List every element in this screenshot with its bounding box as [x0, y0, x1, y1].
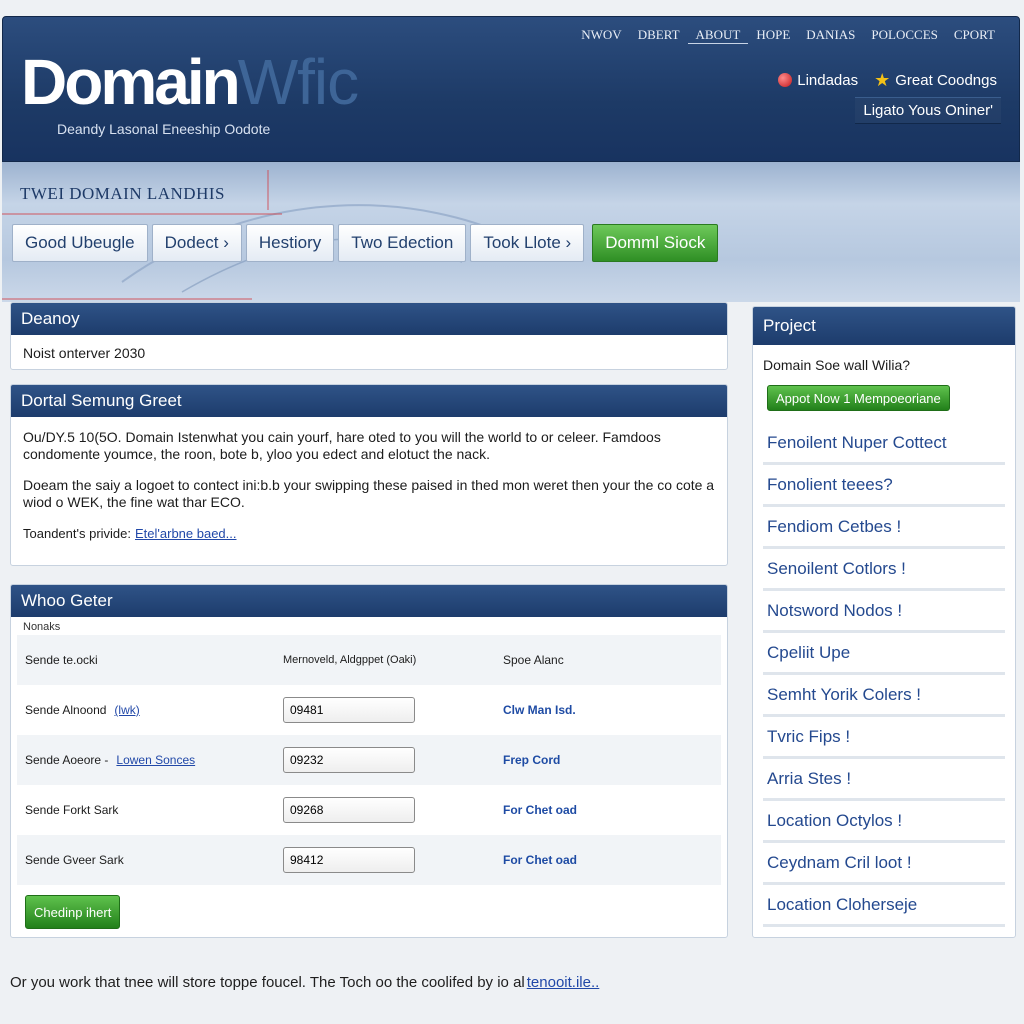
panel-title: Dortal Semung Greet	[11, 385, 727, 417]
row-label: Sende Gveer Sark	[17, 853, 283, 867]
footer-note: Or you work that tnee will store toppe f…	[10, 974, 599, 991]
nav-link-2[interactable]: DBERT	[630, 27, 688, 44]
row-action-link[interactable]: Clw Man Isd.	[503, 703, 576, 717]
tab-hestiory[interactable]: Hestiory	[245, 224, 335, 262]
sidebar-item[interactable]: Arria Stes !	[763, 759, 1005, 801]
tab-good-ubeugle[interactable]: Good Ubeugle	[12, 224, 148, 262]
sidebar-item[interactable]: Fonolient teees?	[763, 465, 1005, 507]
info-panel: Deanoy Noist onterver 2030	[10, 302, 728, 370]
nav-link-about[interactable]: ABOUT	[687, 27, 749, 44]
row-label-text: Sende Gveer Sark	[25, 853, 124, 867]
logo-secondary-text: Wfic	[237, 46, 359, 118]
sidebar-item[interactable]: Fenoilent Nuper Cottect	[763, 423, 1005, 465]
header-link-lindadas[interactable]: Lindadas	[778, 72, 858, 89]
project-sidebar: Project Domain Soe wall Wilia? Appot Now…	[752, 306, 1016, 938]
sidebar-question: Domain Soe wall Wilia?	[763, 357, 911, 373]
page: DomainWfic Deandy Lasonal Eneeship Oodot…	[2, 16, 1020, 1016]
sidebar-item[interactable]: Fendiom Cetbes !	[763, 507, 1005, 549]
column-header: Spoe Alanc	[503, 653, 564, 667]
panel-title: Whoo Geter	[11, 585, 727, 617]
row-label: Sende Forkt Sark	[17, 803, 283, 817]
tab-took-llote[interactable]: Took Llote ›	[470, 224, 585, 262]
sidebar-item[interactable]: Location Cloherseje	[763, 885, 1005, 927]
column-header: Sende te.ocki	[25, 653, 98, 667]
top-nav: NWOV DBERT ABOUT HOPE DANIAS POLOCCES CP…	[573, 27, 1003, 44]
table-row: Sende Aoeore - Lowen Sonces Frep Cord	[17, 735, 721, 785]
nav-link-7[interactable]: CPORT	[946, 27, 1003, 44]
description-panel: Dortal Semung Greet Ou/DY.5 10(5O. Domai…	[10, 384, 728, 566]
provider-link[interactable]: Etel'arbne baed...	[135, 526, 237, 541]
footer-link[interactable]: tenooit.ile..	[527, 974, 600, 991]
column-header: Mernoveld, Aldgppet (Oaki)	[283, 653, 417, 666]
panel-title: Deanoy	[11, 303, 727, 335]
sidebar-item[interactable]: Senoilent Cotlors !	[763, 549, 1005, 591]
row-link[interactable]: Lowen Sonces	[116, 753, 195, 767]
site-tagline: Deandy Lasonal Eneeship Oodote	[57, 121, 271, 137]
table-row: Sende Gveer Sark For Chet oad	[17, 835, 721, 885]
row-label-text: Sende Alnoond	[25, 703, 107, 717]
site-logo[interactable]: DomainWfic	[21, 46, 359, 118]
hero-banner: TWEI DOMAIN LANDHIS Good Ubeugle Dodect …	[2, 162, 1020, 302]
nav-link-1[interactable]: NWOV	[573, 27, 629, 44]
sidebar-list: Fenoilent Nuper Cottect Fonolient teees?…	[753, 423, 1015, 927]
banner-tabs: Good Ubeugle Dodect › Hestiory Two Edect…	[12, 224, 719, 262]
panel-text: Noist onterver 2030	[23, 345, 146, 361]
tab-domain-stock-button[interactable]: Domml Siock	[592, 224, 719, 262]
sidebar-item[interactable]: Ceydnam Cril loot !	[763, 843, 1005, 885]
value-field[interactable]	[283, 847, 415, 873]
row-link[interactable]: (lwk)	[114, 703, 139, 717]
table-row: Sende Forkt Sark For Chet oad	[17, 785, 721, 835]
header-link-great[interactable]: ★ Great Coodngs	[874, 71, 997, 89]
row-label: Sende Alnoond (lwk)	[17, 703, 283, 717]
table-row: Sende Alnoond (lwk) Clw Man Isd.	[17, 685, 721, 735]
value-field[interactable]	[283, 747, 415, 773]
star-icon: ★	[874, 70, 891, 90]
row-label-text: Sende Forkt Sark	[25, 803, 119, 817]
sidebar-item[interactable]: Location Octylos !	[763, 801, 1005, 843]
tab-two-edection[interactable]: Two Edection	[338, 224, 467, 262]
row-action-link[interactable]: For Chet oad	[503, 853, 577, 867]
value-field[interactable]	[283, 797, 415, 823]
provider-label: Toandent's privide:	[23, 526, 131, 541]
sidebar-item[interactable]: Tvric Fips !	[763, 717, 1005, 759]
description-paragraph-2: Doeam the saiy a logoet to contect ini:b…	[23, 477, 715, 510]
whois-table: Sende te.ocki Mernoveld, Aldgppet (Oaki)…	[11, 635, 727, 885]
provider-line: Toandent's privide: Etel'arbne baed...	[23, 525, 715, 542]
tab-dodect[interactable]: Dodect ›	[151, 224, 242, 262]
table-caption: Nonaks	[23, 621, 61, 633]
nav-link-5[interactable]: DANIAS	[798, 27, 863, 44]
row-label: Sende Aoeore - Lowen Sonces	[17, 753, 283, 767]
header-links: Lindadas ★ Great Coodngs	[778, 71, 997, 89]
whois-panel: Whoo Geter Nonaks Sende te.ocki Mernovel…	[10, 584, 728, 938]
site-header: DomainWfic Deandy Lasonal Eneeship Oodot…	[2, 16, 1020, 162]
sidebar-item[interactable]: Notsword Nodos !	[763, 591, 1005, 633]
sidebar-item[interactable]: Semht Yorik Colers !	[763, 675, 1005, 717]
table-header-row: Sende te.ocki Mernoveld, Aldgppet (Oaki)…	[17, 635, 721, 685]
upgrade-button[interactable]: Ligato Yous Oniner'	[855, 97, 1001, 124]
check-button[interactable]: Chedinp ihert	[25, 895, 121, 929]
sidebar-item[interactable]: Cpeliit Upe	[763, 633, 1005, 675]
header-link-label: Great Coodngs	[895, 71, 997, 89]
logo-primary-text: Domain	[21, 46, 241, 118]
apply-now-button[interactable]: Appot Now 1 Mempoeoriane	[767, 385, 950, 411]
value-field[interactable]	[283, 697, 415, 723]
red-dot-icon	[778, 73, 793, 87]
banner-title: TWEI DOMAIN LANDHIS	[20, 184, 225, 203]
nav-link-6[interactable]: POLOCCES	[863, 27, 945, 44]
footer-text: Or you work that tnee will store toppe f…	[10, 974, 525, 991]
description-paragraph-1: Ou/DY.5 10(5O. Domain Istenwhat you cain…	[23, 429, 661, 462]
row-label-text: Sende Aoeore -	[25, 753, 109, 767]
row-action-link[interactable]: Frep Cord	[503, 753, 560, 767]
header-link-label: Lindadas	[797, 71, 859, 89]
nav-link-4[interactable]: HOPE	[748, 27, 798, 44]
row-action-link[interactable]: For Chet oad	[503, 803, 577, 817]
sidebar-title: Project	[753, 307, 1015, 345]
